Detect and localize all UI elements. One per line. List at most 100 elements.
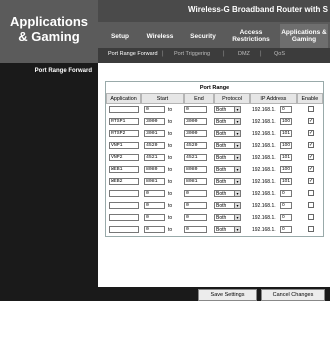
- enable-checkbox[interactable]: ✓: [308, 178, 314, 184]
- to-label: to: [168, 191, 173, 197]
- application-field[interactable]: [109, 214, 139, 221]
- enable-checkbox[interactable]: [308, 214, 314, 220]
- to-label: to: [168, 155, 173, 161]
- start-port-field[interactable]: 3000: [144, 118, 165, 125]
- application-field[interactable]: [109, 106, 139, 113]
- subtab-qos[interactable]: QoS: [274, 51, 285, 57]
- col-ip-address: IP Address: [250, 93, 297, 104]
- end-port-field[interactable]: 4520: [184, 142, 207, 149]
- save-settings-button[interactable]: Save Settings: [198, 289, 257, 301]
- enable-checkbox[interactable]: [308, 190, 314, 196]
- tab-access-restrictions[interactable]: Access Restrictions: [228, 24, 274, 48]
- start-port-field[interactable]: 4521: [144, 154, 165, 161]
- table-row: 0 to 0 Both ▾ 192.168.1. 0: [106, 104, 323, 116]
- start-port-field[interactable]: 0: [144, 202, 165, 209]
- enable-checkbox[interactable]: ✓: [308, 142, 314, 148]
- protocol-select[interactable]: Both ▾: [214, 154, 241, 161]
- ip-prefix: 192.168.1.: [252, 131, 276, 137]
- protocol-select[interactable]: Both ▾: [214, 202, 241, 209]
- table-header: Application Start End Protocol IP Addres…: [106, 93, 323, 104]
- application-field[interactable]: [109, 226, 139, 233]
- to-label: to: [168, 179, 173, 185]
- start-port-field[interactable]: 0: [144, 106, 165, 113]
- enable-checkbox[interactable]: ✓: [308, 118, 314, 124]
- col-end: End: [183, 93, 215, 104]
- end-port-field[interactable]: 0: [184, 106, 207, 113]
- subtab-dmz[interactable]: DMZ: [238, 51, 250, 57]
- col-start: Start: [141, 93, 184, 104]
- cancel-changes-button[interactable]: Cancel Changes: [261, 289, 325, 301]
- application-field[interactable]: [109, 190, 139, 197]
- start-port-field[interactable]: 0: [144, 190, 165, 197]
- tab-security[interactable]: Security: [184, 24, 222, 48]
- start-port-field[interactable]: 3001: [144, 130, 165, 137]
- ip-last-octet-field[interactable]: 0: [280, 214, 292, 221]
- protocol-select[interactable]: Both ▾: [214, 166, 241, 173]
- end-port-field[interactable]: 3000: [184, 130, 207, 137]
- protocol-select[interactable]: Both ▾: [214, 226, 241, 233]
- ip-last-octet-field[interactable]: 100: [280, 166, 292, 173]
- tab-wireless[interactable]: Wireless: [142, 24, 178, 48]
- ip-last-octet-field[interactable]: 0: [280, 226, 292, 233]
- table-row: WEB2 8081 to 8081 Both ▾ 192.168.1. 101 …: [106, 176, 323, 188]
- application-field[interactable]: RTSP1: [109, 118, 139, 125]
- application-field[interactable]: [109, 202, 139, 209]
- col-enable: Enable: [296, 93, 323, 104]
- end-port-field[interactable]: 8080: [184, 166, 207, 173]
- ip-last-octet-field[interactable]: 101: [280, 154, 292, 161]
- protocol-select[interactable]: Both ▾: [214, 190, 241, 197]
- ip-prefix: 192.168.1.: [252, 203, 276, 209]
- ip-last-octet-field[interactable]: 101: [280, 130, 292, 137]
- application-field[interactable]: VNP1: [109, 142, 139, 149]
- end-port-field[interactable]: 0: [184, 214, 207, 221]
- protocol-select[interactable]: Both ▾: [214, 214, 241, 221]
- ip-prefix: 192.168.1.: [252, 167, 276, 173]
- enable-checkbox[interactable]: [308, 226, 314, 232]
- end-port-field[interactable]: 4521: [184, 154, 207, 161]
- ip-last-octet-field[interactable]: 0: [280, 190, 292, 197]
- end-port-field[interactable]: 0: [184, 202, 207, 209]
- enable-checkbox[interactable]: ✓: [308, 166, 314, 172]
- protocol-select[interactable]: Both ▾: [214, 130, 241, 137]
- tab-applications-gaming[interactable]: Applications & Gaming: [280, 24, 328, 48]
- chevron-down-icon: ▾: [234, 143, 240, 148]
- start-port-field[interactable]: 8081: [144, 178, 165, 185]
- chevron-down-icon: ▾: [234, 107, 240, 112]
- protocol-select[interactable]: Both ▾: [214, 118, 241, 125]
- to-label: to: [168, 167, 173, 173]
- start-port-field[interactable]: 8080: [144, 166, 165, 173]
- end-port-field[interactable]: 0: [184, 226, 207, 233]
- enable-checkbox[interactable]: ✓: [308, 154, 314, 160]
- product-name: Wireless-G Broadband Router with S: [188, 5, 328, 14]
- ip-last-octet-field[interactable]: 100: [280, 142, 292, 149]
- col-protocol: Protocol: [214, 93, 251, 104]
- tab-setup[interactable]: Setup: [102, 24, 138, 48]
- application-field[interactable]: VNP2: [109, 154, 139, 161]
- protocol-select[interactable]: Both ▾: [214, 178, 241, 185]
- protocol-select[interactable]: Both ▾: [214, 106, 241, 113]
- enable-checkbox[interactable]: [308, 202, 314, 208]
- end-port-field[interactable]: 8081: [184, 178, 207, 185]
- start-port-field[interactable]: 0: [144, 226, 165, 233]
- enable-checkbox[interactable]: ✓: [308, 130, 314, 136]
- end-port-field[interactable]: 0: [184, 190, 207, 197]
- ip-last-octet-field[interactable]: 101: [280, 178, 292, 185]
- ip-last-octet-field[interactable]: 100: [280, 118, 292, 125]
- ip-last-octet-field[interactable]: 0: [280, 106, 292, 113]
- subtab-port-triggering[interactable]: Port Triggering: [174, 51, 210, 57]
- ip-last-octet-field[interactable]: 0: [280, 202, 292, 209]
- subtab-port-range-forward[interactable]: Port Range Forward: [108, 51, 158, 57]
- start-port-field[interactable]: 0: [144, 214, 165, 221]
- port-range-title: Port Range: [199, 84, 230, 91]
- application-field[interactable]: WEB1: [109, 166, 139, 173]
- protocol-select[interactable]: Both ▾: [214, 142, 241, 149]
- application-field[interactable]: RTSP2: [109, 130, 139, 137]
- section-header: Applications & Gaming: [0, 0, 98, 63]
- start-port-field[interactable]: 4520: [144, 142, 165, 149]
- end-port-field[interactable]: 3000: [184, 118, 207, 125]
- enable-checkbox[interactable]: [308, 106, 314, 112]
- application-field[interactable]: WEB2: [109, 178, 139, 185]
- to-label: to: [168, 143, 173, 149]
- section-title-line2: & Gaming: [18, 29, 80, 44]
- table-row: WEB1 8080 to 8080 Both ▾ 192.168.1. 100 …: [106, 164, 323, 176]
